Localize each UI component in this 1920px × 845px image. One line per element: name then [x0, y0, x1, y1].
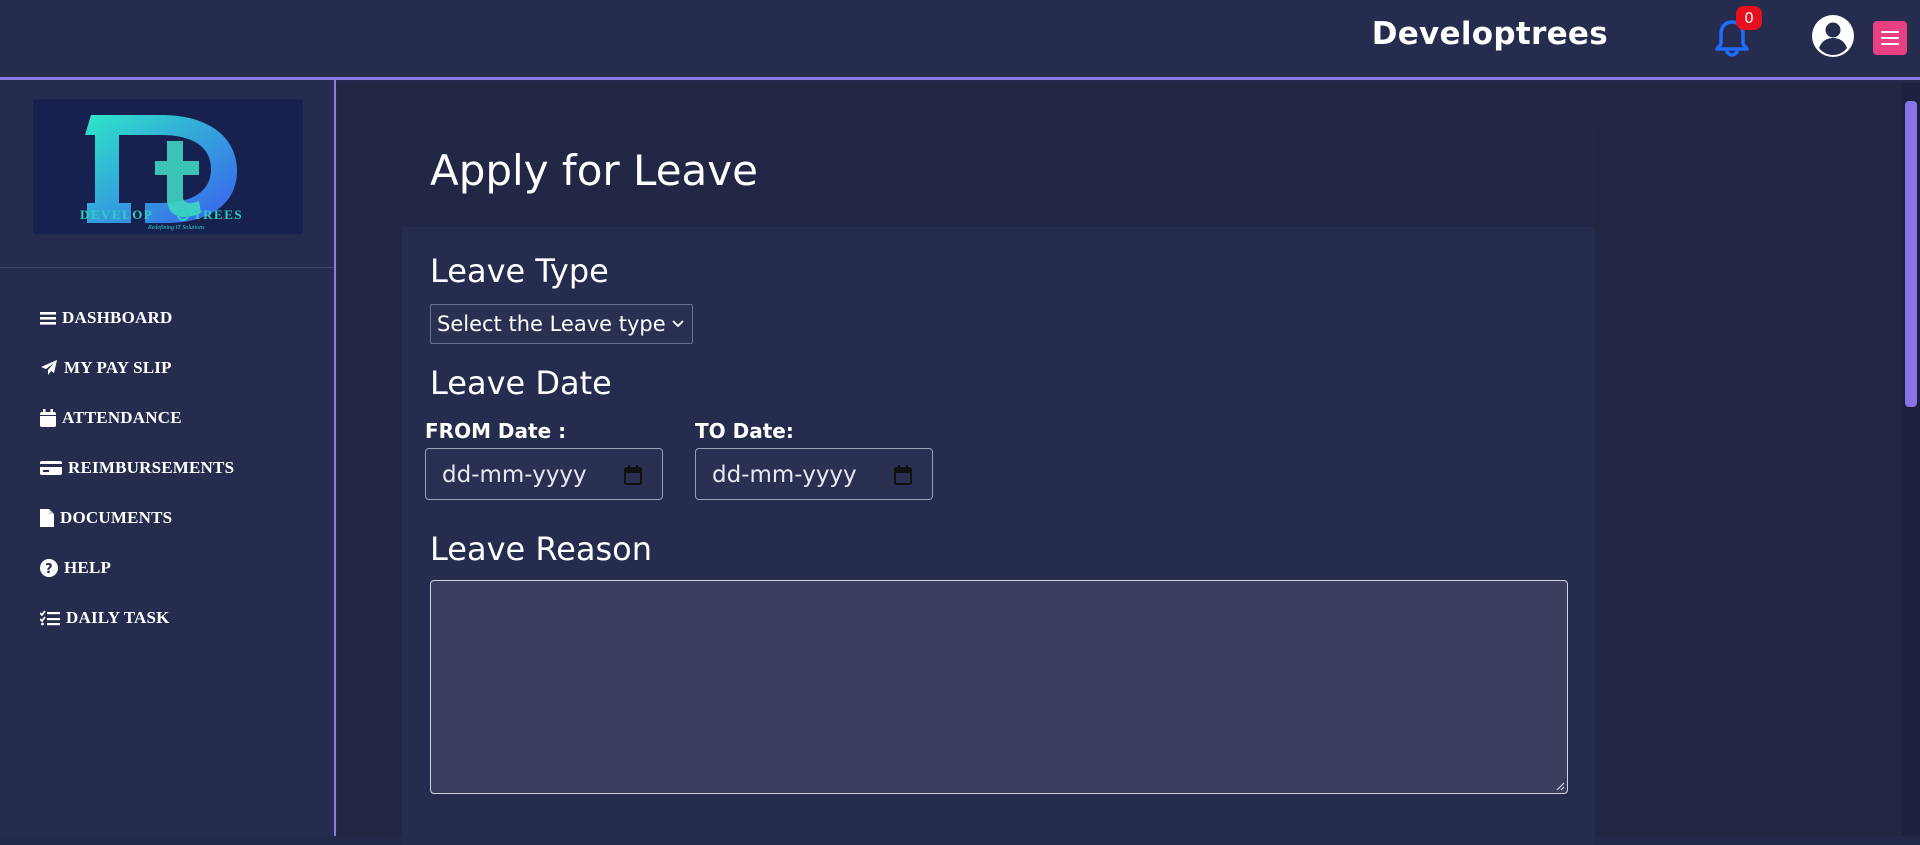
page-title: Apply for Leave — [430, 146, 758, 195]
svg-text:Redefining IT Solutions: Redefining IT Solutions — [147, 224, 205, 231]
from-date-label: FROM Date : — [425, 419, 567, 443]
sidebar-item-attendance[interactable]: ATTENDANCE — [0, 393, 334, 443]
hamburger-line — [1881, 37, 1899, 39]
sidebar-item-label: MY PAY SLIP — [64, 358, 172, 377]
hamburger-menu-button[interactable] — [1873, 21, 1907, 55]
sidebar-item-dashboard[interactable]: DASHBOARD — [0, 293, 334, 343]
chevron-down-icon — [672, 320, 684, 328]
calendar-picker-icon[interactable] — [624, 465, 642, 485]
brand-title: Developtrees — [1371, 16, 1608, 52]
list-check-icon — [40, 610, 60, 626]
sidebar-item-label: DASHBOARD — [62, 308, 173, 327]
top-navbar: Developtrees 0 — [0, 0, 1920, 80]
sidebar-item-label: ATTENDANCE — [62, 408, 182, 427]
file-icon — [40, 509, 54, 527]
resize-grip-icon[interactable] — [1555, 781, 1565, 791]
sidebar: DEVELOP TREES Redefining IT Solutions DA… — [0, 80, 336, 836]
sidebar-item-label: REIMBURSEMENTS — [68, 458, 235, 477]
credit-card-icon — [40, 461, 62, 475]
from-date-input[interactable]: dd-mm-yyyy — [425, 448, 663, 500]
sidebar-item-label: DOCUMENTS — [60, 508, 173, 527]
notification-count-badge: 0 — [1736, 6, 1762, 30]
svg-text:TREES: TREES — [193, 207, 243, 222]
sidebar-item-reimbursements[interactable]: REIMBURSEMENTS — [0, 443, 334, 493]
leave-type-label: Leave Type — [430, 252, 609, 290]
question-circle-icon: ? — [40, 559, 58, 577]
card-header: Apply for Leave — [402, 125, 1595, 227]
to-date-label: TO Date: — [695, 419, 794, 443]
svg-text:DEVELOP: DEVELOP — [80, 207, 153, 222]
paper-plane-icon — [41, 360, 57, 375]
sidebar-divider — [0, 267, 334, 268]
calendar-picker-icon[interactable] — [894, 465, 912, 485]
sidebar-item-my-pay-slip[interactable]: MY PAY SLIP — [0, 343, 334, 393]
leave-form-card: Apply for Leave Leave Type Select the Le… — [402, 125, 1595, 845]
to-date-placeholder: dd-mm-yyyy — [712, 462, 857, 488]
sidebar-item-help[interactable]: ? HELP — [0, 543, 334, 593]
user-profile-button[interactable] — [1811, 14, 1855, 58]
sidebar-item-label: HELP — [64, 558, 112, 577]
from-date-placeholder: dd-mm-yyyy — [442, 462, 587, 488]
sidebar-item-daily-task[interactable]: DAILY TASK — [0, 593, 334, 643]
to-date-input[interactable]: dd-mm-yyyy — [695, 448, 933, 500]
scrollbar-thumb[interactable] — [1905, 101, 1917, 407]
svg-text:?: ? — [45, 562, 53, 577]
leave-date-label: Leave Date — [430, 364, 612, 402]
sidebar-nav: DASHBOARD MY PAY SLIP ATTENDANCE REIMBUR… — [0, 293, 334, 643]
hamburger-line — [1881, 31, 1899, 33]
sidebar-item-label: DAILY TASK — [66, 608, 170, 627]
user-circle-icon — [1812, 15, 1854, 57]
bars-icon — [40, 312, 56, 325]
developtrees-logo: DEVELOP TREES Redefining IT Solutions — [80, 115, 243, 231]
hamburger-line — [1881, 43, 1899, 45]
leave-type-select[interactable]: Select the Leave type — [430, 304, 693, 344]
sidebar-item-documents[interactable]: DOCUMENTS — [0, 493, 334, 543]
calendar-icon — [40, 409, 56, 427]
leave-reason-label: Leave Reason — [430, 530, 652, 568]
leave-type-selected-value: Select the Leave type — [437, 312, 666, 336]
company-logo[interactable]: DEVELOP TREES Redefining IT Solutions — [33, 99, 303, 234]
main-content: Apply for Leave Leave Type Select the Le… — [337, 83, 1902, 845]
leave-reason-textarea[interactable] — [430, 580, 1568, 794]
